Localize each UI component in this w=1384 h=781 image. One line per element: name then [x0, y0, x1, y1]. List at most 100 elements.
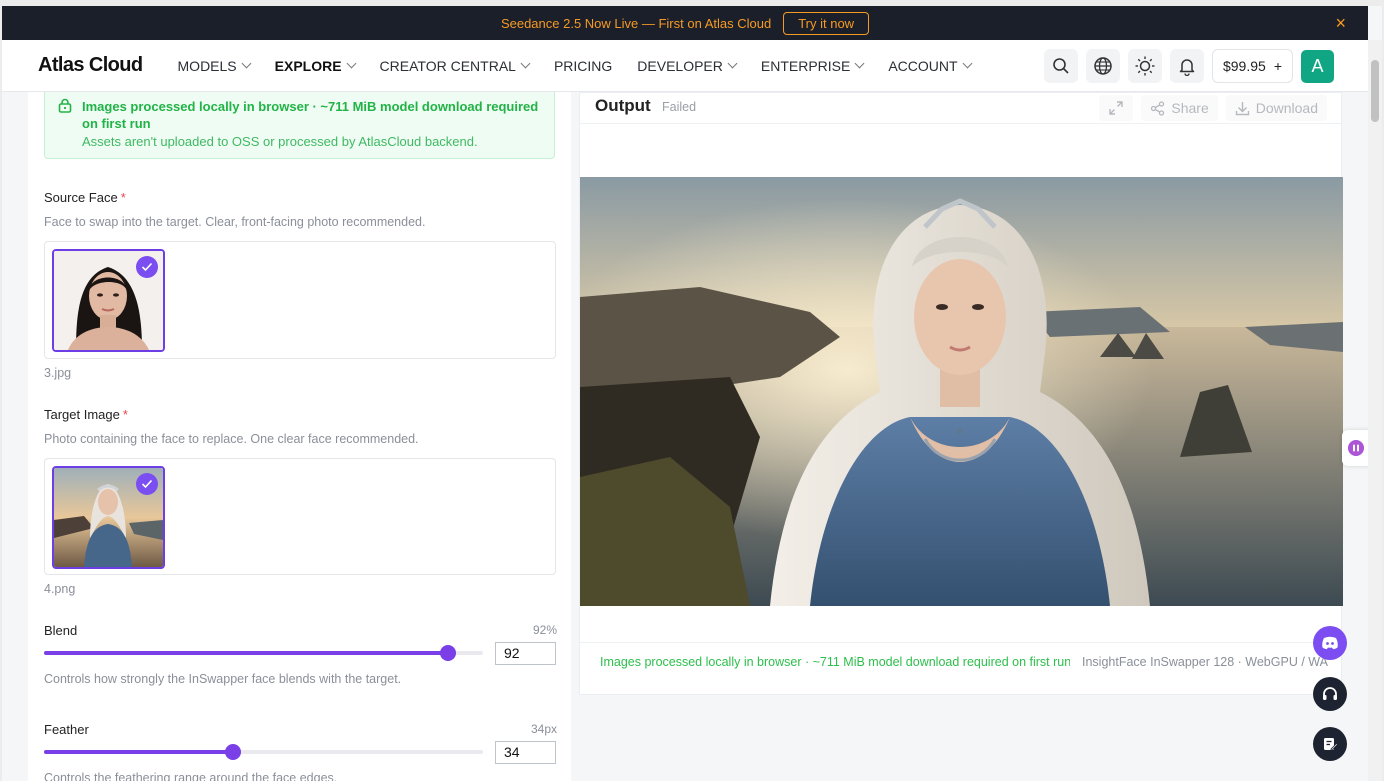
source-face-label: Source Face * [44, 190, 126, 205]
source-face-thumbnail[interactable] [52, 249, 165, 352]
nav-explore[interactable]: EXPLORE [274, 57, 356, 74]
blend-slider[interactable] [44, 645, 483, 661]
model-info: InsightFace InSwapper 128 · WebGPU / WAS… [1082, 655, 1328, 669]
feather-value-display: 34px [530, 722, 557, 736]
language-button[interactable] [1085, 49, 1120, 83]
nav-label: MODELS [177, 57, 237, 74]
balance-amount: $99.95 [1222, 58, 1266, 74]
notifications-button[interactable] [1169, 49, 1204, 83]
output-actions: Share Download [1099, 95, 1327, 121]
blend-number-input[interactable]: 92 [495, 642, 556, 665]
output-image [580, 177, 1343, 606]
banner-text: Seedance 2.5 Now Live — First on Atlas C… [500, 15, 772, 31]
assistant-side-tab[interactable] [1342, 430, 1370, 466]
slider-handle[interactable] [224, 744, 241, 760]
required-marker: * [120, 190, 126, 205]
chevron-down-icon [854, 58, 865, 69]
discord-button[interactable] [1313, 626, 1347, 660]
target-image-upload[interactable] [44, 458, 556, 575]
output-title: Output [595, 96, 651, 115]
slider-fill [44, 750, 233, 754]
logo[interactable]: Atlas Cloud [38, 54, 143, 77]
share-label: Share [1171, 100, 1209, 116]
avatar[interactable]: A [1301, 49, 1334, 83]
nav-models[interactable]: MODELS [177, 57, 252, 74]
nav-enterprise[interactable]: ENTERPRISE [760, 57, 865, 74]
nav-label: DEVELOPER [637, 57, 723, 74]
target-image-label: Target Image * [44, 407, 128, 422]
chevron-down-icon [520, 58, 531, 69]
nav-label: ENTERPRISE [760, 57, 851, 74]
expand-button[interactable] [1099, 95, 1134, 121]
download-label: Download [1255, 100, 1318, 116]
source-face-hint: Face to swap into the target. Clear, fro… [44, 215, 426, 229]
browser-viewport: Seedance 2.5 Now Live — First on Atlas C… [2, 6, 1382, 781]
blend-label: Blend [44, 623, 78, 638]
slider-fill [44, 651, 448, 655]
add-funds-icon: + [1273, 58, 1282, 74]
blend-value-display: 92% [532, 623, 557, 637]
share-icon [1151, 100, 1165, 116]
target-image-label-text: Target Image [44, 407, 120, 422]
chevron-down-icon [241, 58, 252, 69]
chevron-down-icon [727, 58, 738, 69]
expand-icon [1109, 101, 1124, 115]
target-image-thumbnail[interactable] [52, 466, 165, 569]
headset-icon [1323, 687, 1337, 700]
target-image-hint: Photo containing the face to replace. On… [44, 432, 419, 446]
feather-number-input[interactable]: 34 [495, 741, 556, 764]
announcement-banner: Seedance 2.5 Now Live — First on Atlas C… [2, 6, 1368, 40]
nav-label: ACCOUNT [888, 57, 958, 74]
feather-slider[interactable] [44, 744, 483, 760]
feedback-button[interactable] [1313, 727, 1347, 761]
search-button[interactable] [1043, 49, 1078, 83]
bell-icon [1179, 59, 1195, 76]
notice-title: Images processed locally in browser · ~7… [82, 99, 539, 131]
source-face-label-text: Source Face [44, 190, 118, 205]
nav-account[interactable]: ACCOUNT [888, 57, 973, 74]
slider-handle[interactable] [439, 645, 456, 661]
balance-button[interactable]: $99.95 + [1211, 49, 1293, 83]
notice-subtitle: Assets aren't uploaded to OSS or process… [82, 134, 478, 149]
input-panel: Images processed locally in browser · ~7… [28, 92, 571, 781]
globe-icon [1094, 57, 1112, 75]
theme-toggle-button[interactable] [1127, 49, 1162, 83]
page-scrollbar[interactable] [1368, 40, 1382, 781]
try-it-now-button[interactable]: Try it now [783, 11, 870, 35]
edit-note-icon [1324, 738, 1338, 751]
download-button[interactable]: Download [1225, 95, 1327, 121]
required-marker: * [122, 407, 128, 422]
blend-hint: Controls how strongly the InSwapper face… [44, 672, 402, 686]
nav-creator-central[interactable]: CREATOR CENTRAL [379, 57, 531, 74]
lock-icon [58, 98, 72, 113]
divider [580, 123, 1341, 124]
nav-label: EXPLORE [274, 57, 342, 74]
scrollbar-thumb[interactable] [1371, 60, 1379, 122]
header-actions: $99.95 + A [1043, 49, 1334, 83]
top-navbar: Atlas Cloud MODELS EXPLORE CREATOR CENTR… [2, 40, 1368, 92]
selected-check-icon [136, 473, 158, 495]
source-face-upload[interactable] [44, 241, 556, 359]
close-icon[interactable]: × [1335, 13, 1346, 34]
feather-hint: Controls the feathering range around the… [44, 771, 338, 781]
output-status: Failed [662, 100, 697, 114]
chevron-down-icon [962, 58, 973, 69]
nav-label: CREATOR CENTRAL [379, 57, 516, 74]
search-icon [1053, 58, 1069, 74]
support-button[interactable] [1313, 677, 1347, 711]
nav-label: PRICING [553, 57, 613, 74]
nav-pricing[interactable]: PRICING [554, 58, 612, 74]
discord-icon [1322, 636, 1338, 650]
target-image-filename: 4.png [44, 582, 76, 596]
main-nav: MODELS EXPLORE CREATOR CENTRAL PRICING D… [178, 58, 996, 74]
chevron-down-icon [346, 58, 356, 69]
local-processing-notice: Images processed locally in browser · ~7… [44, 92, 555, 159]
sun-icon [1135, 56, 1155, 76]
selected-check-icon [136, 256, 158, 278]
source-face-filename: 3.jpg [44, 366, 72, 380]
assistant-icon [1348, 440, 1364, 456]
share-button[interactable]: Share [1141, 95, 1218, 121]
nav-developer[interactable]: DEVELOPER [637, 57, 738, 74]
output-preview-image [580, 177, 1343, 606]
feather-label: Feather [44, 722, 89, 737]
